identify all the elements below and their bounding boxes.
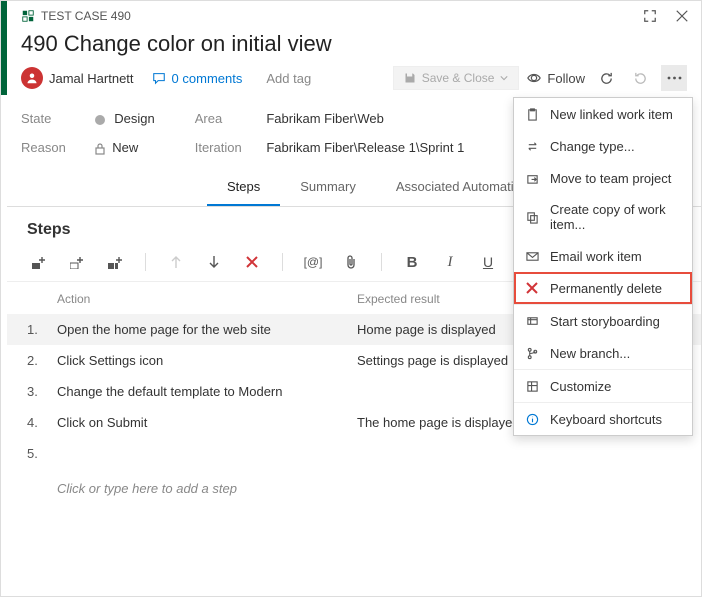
menu-new-linked-work-item[interactable]: New linked work item [514, 98, 692, 130]
info-icon [524, 411, 540, 427]
step-row[interactable]: 5. [7, 438, 701, 469]
attachment-icon[interactable] [343, 254, 359, 270]
insert-step-icon[interactable] [31, 254, 47, 270]
menu-email-work-item[interactable]: Email work item [514, 240, 692, 272]
state-dot-icon [95, 115, 105, 125]
add-step-placeholder[interactable]: Click or type here to add a step [7, 469, 701, 504]
accent-bar [1, 1, 7, 95]
customize-icon [524, 378, 540, 394]
menu-move-team-project[interactable]: Move to team project [514, 162, 692, 194]
refresh-button[interactable] [593, 65, 619, 91]
param-icon[interactable]: [@] [305, 254, 321, 270]
revert-icon [633, 71, 648, 86]
more-actions-menu: New linked work item Change type... Move… [513, 97, 693, 436]
toolbar-separator [282, 253, 283, 271]
column-action: Action [57, 292, 357, 306]
reason-field[interactable]: Reason New [21, 140, 155, 155]
delete-icon [524, 280, 540, 296]
close-button[interactable] [673, 7, 691, 25]
save-and-close-button[interactable]: Save & Close [393, 66, 520, 90]
tab-steps[interactable]: Steps [207, 169, 280, 206]
work-item-type-bar: TEST CASE 490 [7, 1, 701, 27]
menu-customize[interactable]: Customize [514, 369, 692, 402]
move-up-icon[interactable] [168, 254, 184, 270]
menu-start-storyboarding[interactable]: Start storyboarding [514, 304, 692, 337]
save-icon [404, 72, 416, 84]
comments-link[interactable]: 0 comments [152, 71, 243, 86]
clipboard-icon [524, 106, 540, 122]
underline-icon[interactable]: U [480, 254, 496, 270]
move-icon [524, 170, 540, 186]
branch-icon [524, 345, 540, 361]
test-case-icon [21, 9, 35, 23]
add-tag-button[interactable]: Add tag [260, 69, 317, 88]
toolbar-separator [145, 253, 146, 271]
state-field[interactable]: State Design [21, 111, 155, 126]
follow-button[interactable]: Follow [527, 71, 585, 86]
copy-icon [524, 209, 540, 225]
insert-param-step-icon[interactable] [107, 254, 123, 270]
more-actions-button[interactable] [661, 65, 687, 91]
follow-icon [527, 71, 541, 85]
revert-button[interactable] [627, 65, 653, 91]
menu-change-type[interactable]: Change type... [514, 130, 692, 162]
area-field[interactable]: Area Fabrikam Fiber\Web [195, 111, 465, 126]
italic-icon[interactable]: I [442, 254, 458, 270]
column-expected: Expected result [357, 292, 440, 306]
tab-summary[interactable]: Summary [280, 169, 376, 206]
menu-permanently-delete[interactable]: Permanently delete [514, 272, 692, 304]
iteration-field[interactable]: Iteration Fabrikam Fiber\Release 1\Sprin… [195, 140, 465, 155]
toolbar-separator [381, 253, 382, 271]
menu-keyboard-shortcuts[interactable]: Keyboard shortcuts [514, 402, 692, 435]
bold-icon[interactable]: B [404, 254, 420, 270]
change-type-icon [524, 138, 540, 154]
lock-icon [95, 143, 105, 155]
assignee-picker[interactable]: Jamal Hartnett [21, 67, 134, 89]
chevron-down-icon [500, 74, 508, 82]
menu-new-branch[interactable]: New branch... [514, 337, 692, 369]
assignee-name: Jamal Hartnett [49, 71, 134, 86]
menu-create-copy[interactable]: Create copy of work item... [514, 194, 692, 240]
comment-icon [152, 71, 166, 85]
ellipsis-icon [667, 76, 682, 80]
refresh-icon [599, 71, 614, 86]
fullscreen-button[interactable] [641, 7, 659, 25]
avatar [21, 67, 43, 89]
storyboard-icon [524, 313, 540, 329]
insert-shared-step-icon[interactable] [69, 254, 85, 270]
work-item-title[interactable]: 490 Change color on initial view [7, 27, 701, 65]
email-icon [524, 248, 540, 264]
move-down-icon[interactable] [206, 254, 222, 270]
delete-step-icon[interactable] [244, 254, 260, 270]
work-item-type-label: TEST CASE 490 [41, 9, 131, 23]
